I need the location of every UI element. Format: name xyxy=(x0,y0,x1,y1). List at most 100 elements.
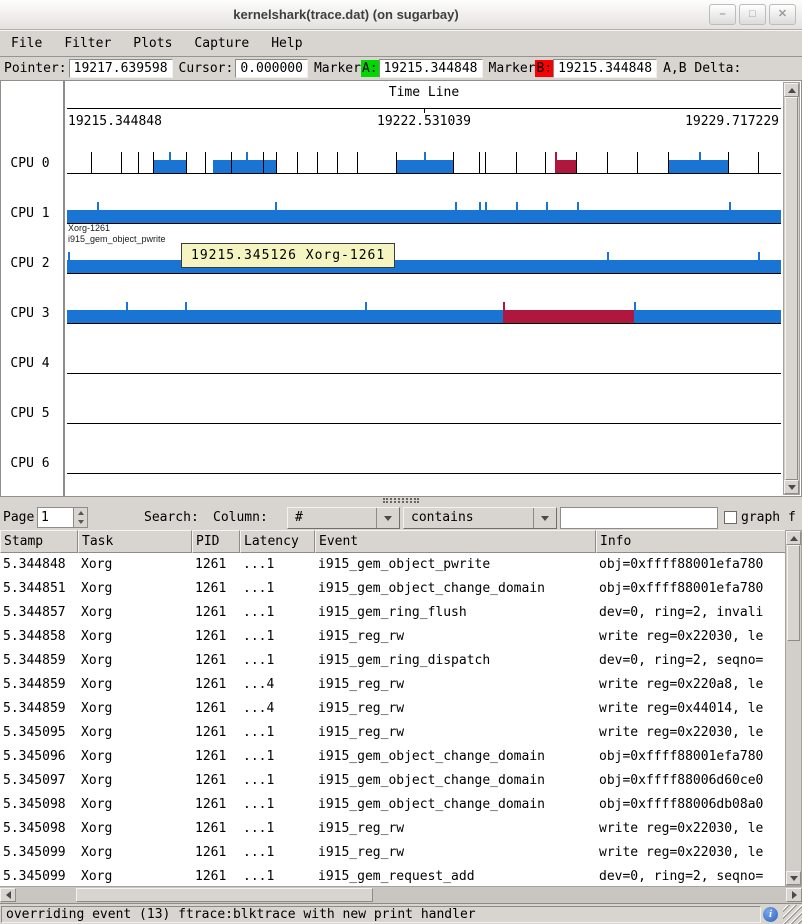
table-row[interactable]: 5.345097Xorg1261...1i915_gem_object_chan… xyxy=(0,769,788,793)
menu-item-help[interactable]: Help xyxy=(260,31,313,56)
table-header-pid[interactable]: PID xyxy=(192,530,240,553)
event-table: 5.344848Xorg1261...1i915_gem_object_pwri… xyxy=(0,553,788,886)
table-scrollbar-thumb[interactable] xyxy=(787,545,800,641)
hscrollbar-thumb[interactable] xyxy=(76,888,373,902)
event-bar[interactable] xyxy=(668,160,728,173)
table-cell: ...1 xyxy=(240,577,315,601)
table-cell: i915_reg_rw xyxy=(315,673,596,697)
table-header-task[interactable]: Task xyxy=(78,530,192,553)
table-cell: Xorg xyxy=(78,697,192,721)
scroll-right-icon[interactable] xyxy=(786,888,802,902)
event-bar[interactable] xyxy=(213,160,276,173)
event-tick xyxy=(634,302,636,323)
table-header-latency[interactable]: Latency xyxy=(240,530,315,553)
cursor-value: 0.000000 xyxy=(235,59,308,78)
column-select-value: # xyxy=(295,508,303,528)
scroll-down-icon[interactable] xyxy=(786,871,801,885)
event-tick xyxy=(485,152,486,173)
graph-filter-checkbox[interactable] xyxy=(724,511,737,524)
table-row[interactable]: 5.344851Xorg1261...1i915_gem_object_chan… xyxy=(0,577,788,601)
menu-item-capture[interactable]: Capture xyxy=(183,31,260,56)
table-vertical-scrollbar[interactable] xyxy=(785,530,802,886)
table-row[interactable]: 5.344859Xorg1261...1i915_gem_ring_dispat… xyxy=(0,649,788,673)
table-header-info[interactable]: Info xyxy=(596,530,788,553)
cpu-run-bar[interactable] xyxy=(67,260,781,273)
table-cell: Xorg xyxy=(78,865,192,886)
table-horizontal-scrollbar[interactable] xyxy=(0,886,802,903)
table-cell: i915_gem_object_change_domain xyxy=(315,745,596,769)
cpu-row-5[interactable] xyxy=(67,399,781,424)
event-tick xyxy=(453,152,454,173)
menu-item-filter[interactable]: Filter xyxy=(53,31,122,56)
table-cell: ...1 xyxy=(240,601,315,625)
column-select[interactable]: # xyxy=(287,507,400,529)
table-cell: ...1 xyxy=(240,553,315,577)
pane-splitter[interactable] xyxy=(0,497,802,505)
table-row[interactable]: 5.344848Xorg1261...1i915_gem_object_pwri… xyxy=(0,553,788,577)
table-cell: i915_reg_rw xyxy=(315,697,596,721)
search-label: Search: xyxy=(144,505,199,530)
table-row[interactable]: 5.345095Xorg1261...1i915_reg_rwwrite reg… xyxy=(0,721,788,745)
table-row[interactable]: 5.345098Xorg1261...1i915_reg_rwwrite reg… xyxy=(0,817,788,841)
cpu-row-1[interactable] xyxy=(67,199,781,224)
cpu-row-6[interactable] xyxy=(67,449,781,474)
table-row[interactable]: 5.344857Xorg1261...1i915_gem_ring_flushd… xyxy=(0,601,788,625)
marker-a-value: 19215.344848 xyxy=(379,59,483,78)
table-header-event[interactable]: Event xyxy=(315,530,596,553)
event-tick xyxy=(479,152,480,173)
marker-region-bar[interactable] xyxy=(503,310,634,323)
table-cell: 5.344851 xyxy=(0,577,78,601)
page-down-icon[interactable] xyxy=(74,518,87,528)
timeline-plot[interactable]: Time Line 19222.531039 19215.344848 1922… xyxy=(67,81,781,496)
event-tick xyxy=(357,152,358,173)
timeline-tooltip: 19215.345126 Xorg-1261 xyxy=(181,243,395,268)
table-cell: ...1 xyxy=(240,649,315,673)
delta-label: A,B Delta: xyxy=(659,61,743,76)
table-row[interactable]: 5.345099Xorg1261...1i915_gem_request_add… xyxy=(0,865,788,886)
maximize-button[interactable]: □ xyxy=(739,4,766,25)
scroll-left-icon[interactable] xyxy=(0,888,16,902)
page-spinner[interactable]: 1 xyxy=(37,507,88,528)
search-input[interactable] xyxy=(560,507,718,529)
cpu-run-bar[interactable] xyxy=(67,310,781,323)
event-tick xyxy=(607,252,609,273)
table-row[interactable]: 5.345099Xorg1261...1i915_reg_rwwrite reg… xyxy=(0,841,788,865)
event-tick xyxy=(185,302,187,323)
table-row[interactable]: 5.344859Xorg1261...4i915_reg_rwwrite reg… xyxy=(0,697,788,721)
table-cell: 5.344857 xyxy=(0,601,78,625)
table-cell: Xorg xyxy=(78,745,192,769)
event-tick xyxy=(637,152,638,173)
graph-scrollbar-thumb[interactable] xyxy=(785,97,798,480)
scroll-down-icon[interactable] xyxy=(784,480,799,494)
cpu-row-3[interactable] xyxy=(67,299,781,324)
scroll-up-icon[interactable] xyxy=(784,83,799,97)
cpu-row-0[interactable] xyxy=(67,149,781,174)
scroll-up-icon[interactable] xyxy=(786,531,801,545)
table-cell: 1261 xyxy=(192,697,240,721)
minimize-button[interactable]: – xyxy=(709,4,736,25)
table-row[interactable]: 5.344858Xorg1261...1i915_reg_rwwrite reg… xyxy=(0,625,788,649)
table-cell: 1261 xyxy=(192,769,240,793)
graph-vertical-scrollbar[interactable] xyxy=(783,82,800,495)
table-row[interactable]: 5.345096Xorg1261...1i915_gem_object_chan… xyxy=(0,745,788,769)
menu-item-plots[interactable]: Plots xyxy=(122,31,183,56)
timeline-title: Time Line xyxy=(67,85,781,101)
table-header-stamp[interactable]: Stamp xyxy=(0,530,78,553)
cpu-row-4[interactable] xyxy=(67,349,781,374)
table-row[interactable]: 5.345098Xorg1261...1i915_gem_object_chan… xyxy=(0,793,788,817)
marker-region-bar[interactable] xyxy=(555,160,576,173)
table-cell: Xorg xyxy=(78,673,192,697)
menu-item-file[interactable]: File xyxy=(0,31,53,56)
info-icon[interactable]: i xyxy=(763,907,778,922)
match-select[interactable]: contains xyxy=(403,507,557,529)
table-row[interactable]: 5.344859Xorg1261...4i915_reg_rwwrite reg… xyxy=(0,673,788,697)
cpu-row-2[interactable] xyxy=(67,249,781,274)
cpu-run-bar[interactable] xyxy=(67,210,781,223)
resize-grip[interactable] xyxy=(783,905,802,924)
table-cell: 5.344859 xyxy=(0,649,78,673)
table-cell: i915_reg_rw xyxy=(315,721,596,745)
page-up-icon[interactable] xyxy=(74,508,87,518)
event-tick xyxy=(276,152,277,173)
close-button[interactable]: ✕ xyxy=(769,4,796,25)
cpu-label-4: CPU 4 xyxy=(1,356,59,372)
